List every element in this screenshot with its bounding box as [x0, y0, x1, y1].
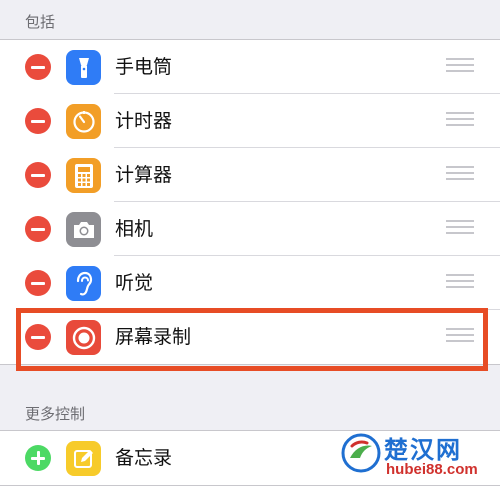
control-label: 计算器 — [115, 164, 173, 186]
reorder-handle[interactable] — [446, 112, 474, 130]
reorder-handle[interactable] — [446, 220, 474, 238]
flashlight-icon — [66, 50, 101, 85]
watermark-title: 楚汉网 — [384, 436, 462, 464]
watermark-url: hubei88.com — [386, 461, 478, 478]
control-label: 计时器 — [115, 110, 173, 132]
reorder-handle[interactable] — [446, 274, 474, 292]
control-label: 听觉 — [115, 272, 154, 294]
control-row-screen-recording: 屏幕录制 — [0, 310, 500, 364]
included-controls-list: 手电筒 计时器 计算器 相机 听觉 屏幕录制 — [0, 39, 500, 365]
control-row-camera: 相机 — [0, 202, 500, 256]
reorder-handle[interactable] — [446, 58, 474, 76]
screen-recording-icon — [66, 320, 101, 355]
control-row-hearing: 听觉 — [0, 256, 500, 310]
section-header-include: 包括 — [25, 13, 56, 31]
control-row-flashlight: 手电筒 — [0, 40, 500, 94]
control-label: 屏幕录制 — [115, 326, 192, 348]
remove-button[interactable] — [25, 216, 51, 242]
add-button[interactable] — [25, 445, 51, 471]
remove-button[interactable] — [25, 108, 51, 134]
control-row-timer: 计时器 — [0, 94, 500, 148]
reorder-handle[interactable] — [446, 328, 474, 346]
control-row-calculator: 计算器 — [0, 148, 500, 202]
control-label: 手电筒 — [115, 56, 173, 78]
remove-button[interactable] — [25, 162, 51, 188]
remove-button[interactable] — [25, 54, 51, 80]
watermark: 楚汉网 hubei88.com — [340, 430, 500, 481]
camera-icon — [66, 212, 101, 247]
remove-button[interactable] — [25, 270, 51, 296]
calculator-icon — [66, 158, 101, 193]
reorder-handle[interactable] — [446, 166, 474, 184]
timer-icon — [66, 104, 101, 139]
control-label: 备忘录 — [115, 447, 173, 469]
watermark-logo-icon — [341, 433, 381, 473]
remove-button[interactable] — [25, 324, 51, 350]
notes-icon — [66, 441, 101, 476]
hearing-icon — [66, 266, 101, 301]
section-header-more-controls: 更多控制 — [25, 405, 86, 423]
control-label: 相机 — [115, 218, 154, 240]
